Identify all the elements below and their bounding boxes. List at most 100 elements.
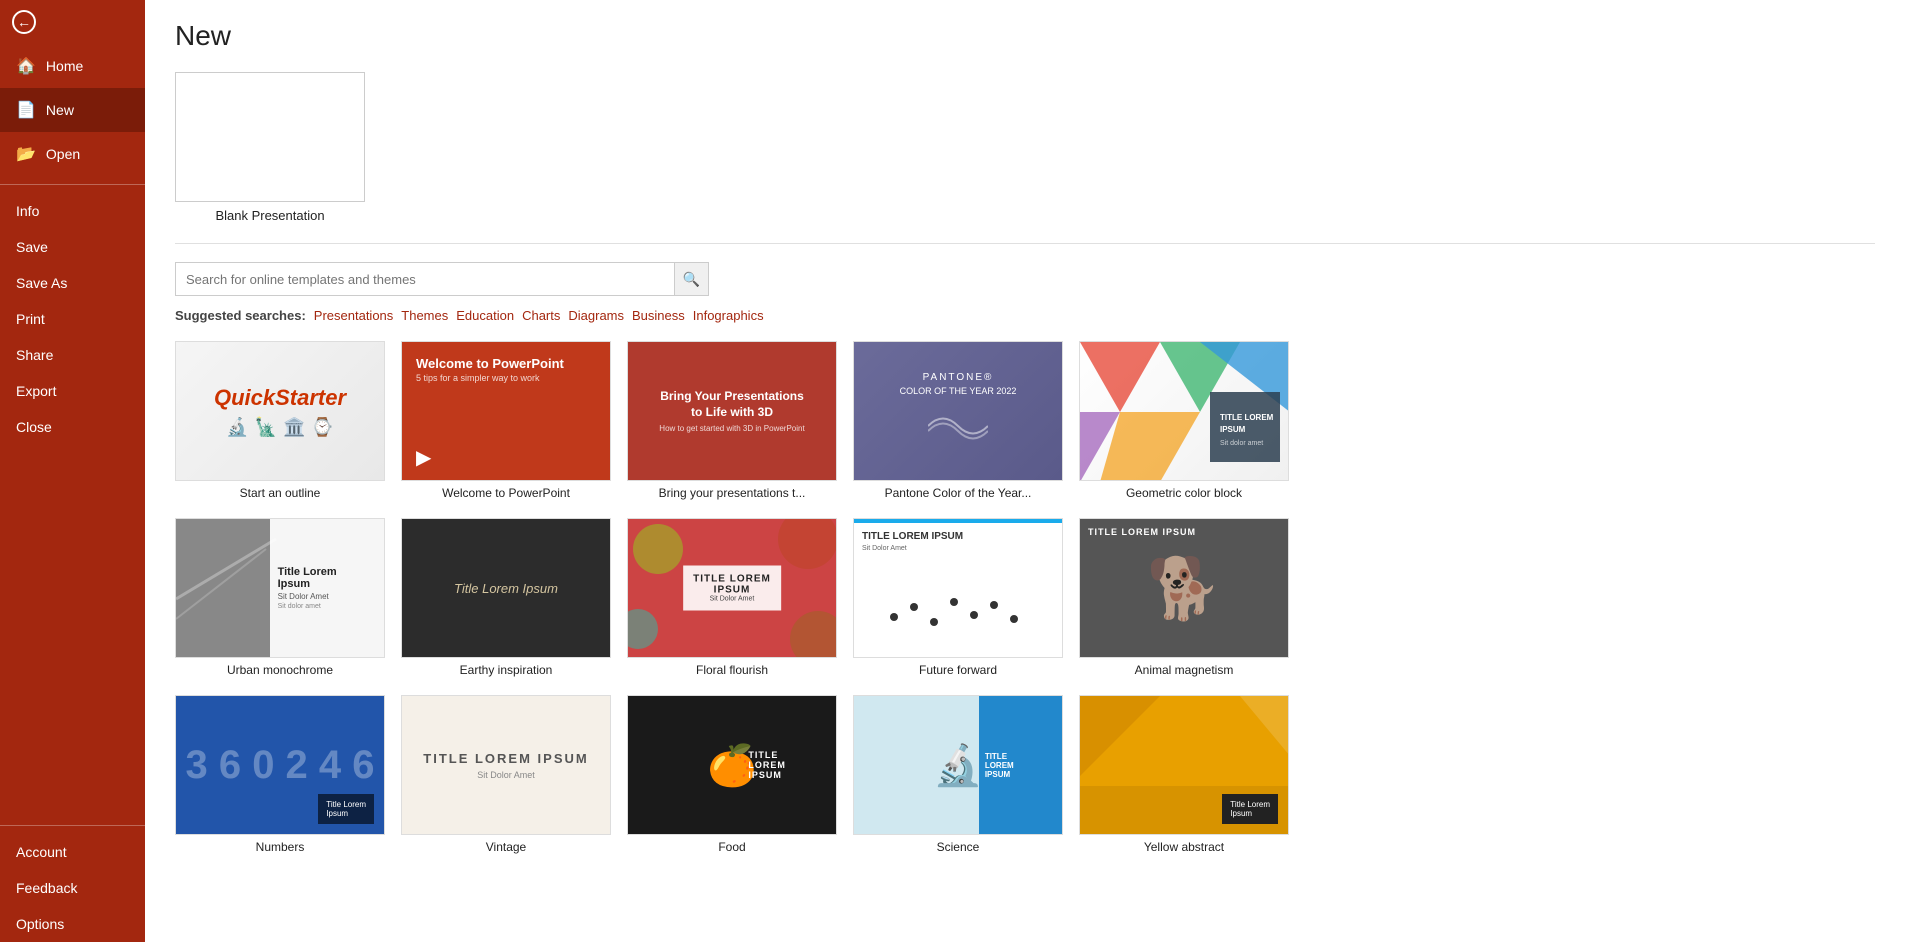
sidebar-item-home[interactable]: 🏠 Home xyxy=(0,44,145,88)
yellow-title: Title LoremIpsum xyxy=(1230,800,1270,818)
sidebar-print-label: Print xyxy=(16,311,45,327)
sidebar-item-feedback[interactable]: Feedback xyxy=(0,870,145,906)
template-label-animal: Animal magnetism xyxy=(1079,663,1289,677)
vintage-sub: Sit Dolor Amet xyxy=(423,770,588,780)
urban-title: Title LoremIpsum xyxy=(278,566,376,590)
vintage-content: TITLE LOREM IPSUM Sit Dolor Amet xyxy=(423,751,588,780)
sidebar-feedback-label: Feedback xyxy=(16,880,77,896)
pantone-waves xyxy=(928,406,988,446)
suggested-diagrams[interactable]: Diagrams xyxy=(568,308,624,323)
food-title: TITLELOREMIPSUM xyxy=(748,750,830,780)
sidebar-item-save[interactable]: Save xyxy=(0,229,145,265)
template-vintage[interactable]: TITLE LOREM IPSUM Sit Dolor Amet Vintage xyxy=(401,695,611,854)
animal-overlay-text: TITLE LOREM IPSUM xyxy=(1088,527,1196,537)
template-label-welcome: Welcome to PowerPoint xyxy=(401,486,611,500)
template-future[interactable]: TITLE LOREM IPSUM Sit Dolor Amet Future … xyxy=(853,518,1063,677)
template-thumb-earthy: Title Lorem Ipsum xyxy=(401,518,611,658)
template-label-floral: Floral flourish xyxy=(627,663,837,677)
sidebar-item-share[interactable]: Share xyxy=(0,337,145,373)
sidebar-item-options[interactable]: Options xyxy=(0,906,145,942)
back-button[interactable]: ← xyxy=(0,0,145,44)
template-label-quickstarter: Start an outline xyxy=(175,486,385,500)
template-thumb-animal: 🐕 TITLE LOREM IPSUM xyxy=(1079,518,1289,658)
template-floral[interactable]: TITLE LOREMIPSUM Sit Dolor Amet Floral f… xyxy=(627,518,837,677)
template-thumb-pantone: PANTONE® COLOR OF THE YEAR 2022 xyxy=(853,341,1063,481)
template-label-science: Science xyxy=(853,840,1063,854)
welcome-subtitle: 5 tips for a simpler way to work xyxy=(416,373,540,383)
suggested-label: Suggested searches: xyxy=(175,308,306,323)
sidebar-save-label: Save xyxy=(16,239,48,255)
earthy-title: Title Lorem Ipsum xyxy=(454,581,558,596)
urban-text-overlay: Title LoremIpsum Sit Dolor Amet Sit dolo… xyxy=(270,519,384,657)
sidebar-item-account[interactable]: Account xyxy=(0,834,145,870)
suggested-infographics[interactable]: Infographics xyxy=(693,308,764,323)
suggested-charts[interactable]: Charts xyxy=(522,308,560,323)
sidebar-item-info[interactable]: Info xyxy=(0,193,145,229)
sidebar-item-save-as[interactable]: Save As xyxy=(0,265,145,301)
svg-text:IPSUM: IPSUM xyxy=(1220,425,1246,434)
suggested-education[interactable]: Education xyxy=(456,308,514,323)
search-container: 🔍 xyxy=(175,262,1875,296)
numbers-bg: 3 6 0 2 4 6 xyxy=(185,743,374,788)
home-icon: 🏠 xyxy=(16,56,36,76)
sidebar-bottom: Account Feedback Options xyxy=(0,817,145,942)
svg-text:TITLE LOREM: TITLE LOREM xyxy=(1220,413,1274,422)
science-title: TITLELOREMIPSUM xyxy=(985,752,1056,779)
template-label-food: Food xyxy=(627,840,837,854)
sidebar-item-close[interactable]: Close xyxy=(0,409,145,445)
template-thumb-science: 🔬 TITLELOREMIPSUM xyxy=(853,695,1063,835)
sidebar-options-label: Options xyxy=(16,916,64,932)
qs-icons: 🔬 🗽 🏛️ ⌚ xyxy=(226,417,334,438)
template-food[interactable]: 🍊 TITLELOREMIPSUM Food xyxy=(627,695,837,854)
template-pantone[interactable]: PANTONE® COLOR OF THE YEAR 2022 Pantone … xyxy=(853,341,1063,500)
template-science[interactable]: 🔬 TITLELOREMIPSUM Science xyxy=(853,695,1063,854)
template-geometric[interactable]: TITLE LOREM IPSUM Sit dolor amet Geometr… xyxy=(1079,341,1289,500)
search-button[interactable]: 🔍 xyxy=(675,262,709,296)
sidebar-divider-1 xyxy=(0,184,145,185)
suggested-presentations[interactable]: Presentations xyxy=(314,308,394,323)
template-thumb-vintage: TITLE LOREM IPSUM Sit Dolor Amet xyxy=(401,695,611,835)
template-numbers[interactable]: 3 6 0 2 4 6 Title LoremIpsum Numbers xyxy=(175,695,385,854)
food-overlay: TITLELOREMIPSUM xyxy=(742,696,836,834)
template-label-numbers: Numbers xyxy=(175,840,385,854)
suggested-searches: Suggested searches: Presentations Themes… xyxy=(175,308,1875,323)
vintage-title: TITLE LOREM IPSUM xyxy=(423,751,588,766)
template-yellow[interactable]: Title LoremIpsum Yellow abstract xyxy=(1079,695,1289,854)
svg-text:Sit dolor amet: Sit dolor amet xyxy=(1220,440,1263,447)
blank-presentation-thumb[interactable] xyxy=(175,72,365,202)
blank-presentation-label: Blank Presentation xyxy=(175,208,365,223)
yellow-box: Title LoremIpsum xyxy=(1222,794,1278,824)
template-thumb-urban: Title LoremIpsum Sit Dolor Amet Sit dolo… xyxy=(175,518,385,658)
template-label-earthy: Earthy inspiration xyxy=(401,663,611,677)
sidebar-new-label: New xyxy=(46,102,74,118)
template-label-urban: Urban monochrome xyxy=(175,663,385,677)
future-sub: Sit Dolor Amet xyxy=(862,545,1054,552)
template-earthy[interactable]: Title Lorem Ipsum Earthy inspiration xyxy=(401,518,611,677)
template-welcome-ppt[interactable]: Welcome to PowerPoint 5 tips for a simpl… xyxy=(401,341,611,500)
sidebar-item-new[interactable]: 📄 New xyxy=(0,88,145,132)
open-folder-icon: 📂 xyxy=(16,144,36,164)
template-thumb-bring3d: Bring Your Presentationsto Life with 3D … xyxy=(627,341,837,481)
science-icon: 🔬 xyxy=(933,742,983,789)
suggested-business[interactable]: Business xyxy=(632,308,685,323)
qs-icon-3: 🏛️ xyxy=(283,417,305,438)
template-thumb-quickstarter: QuickStarter 🔬 🗽 🏛️ ⌚ xyxy=(175,341,385,481)
sidebar-item-print[interactable]: Print xyxy=(0,301,145,337)
sidebar: ← 🏠 Home 📄 New 📂 Open Info Save Save As … xyxy=(0,0,145,942)
qs-icon-2: 🗽 xyxy=(255,417,277,438)
sidebar-export-label: Export xyxy=(16,383,56,399)
search-input[interactable] xyxy=(175,262,675,296)
sidebar-close-label: Close xyxy=(16,419,52,435)
template-bring3d[interactable]: Bring Your Presentationsto Life with 3D … xyxy=(627,341,837,500)
sidebar-item-open[interactable]: 📂 Open xyxy=(0,132,145,176)
floral-sub: Sit Dolor Amet xyxy=(693,596,771,603)
template-label-geometric: Geometric color block xyxy=(1079,486,1289,500)
template-urban[interactable]: Title LoremIpsum Sit Dolor Amet Sit dolo… xyxy=(175,518,385,677)
urban-caption: Sit dolor amet xyxy=(278,603,376,610)
template-quickstarter[interactable]: QuickStarter 🔬 🗽 🏛️ ⌚ Start an outline xyxy=(175,341,385,500)
sidebar-item-export[interactable]: Export xyxy=(0,373,145,409)
suggested-themes[interactable]: Themes xyxy=(401,308,448,323)
blank-presentation-section: Blank Presentation xyxy=(175,72,1875,223)
dog-silhouette: 🐕 xyxy=(1147,553,1222,624)
template-animal[interactable]: 🐕 TITLE LOREM IPSUM Animal magnetism xyxy=(1079,518,1289,677)
